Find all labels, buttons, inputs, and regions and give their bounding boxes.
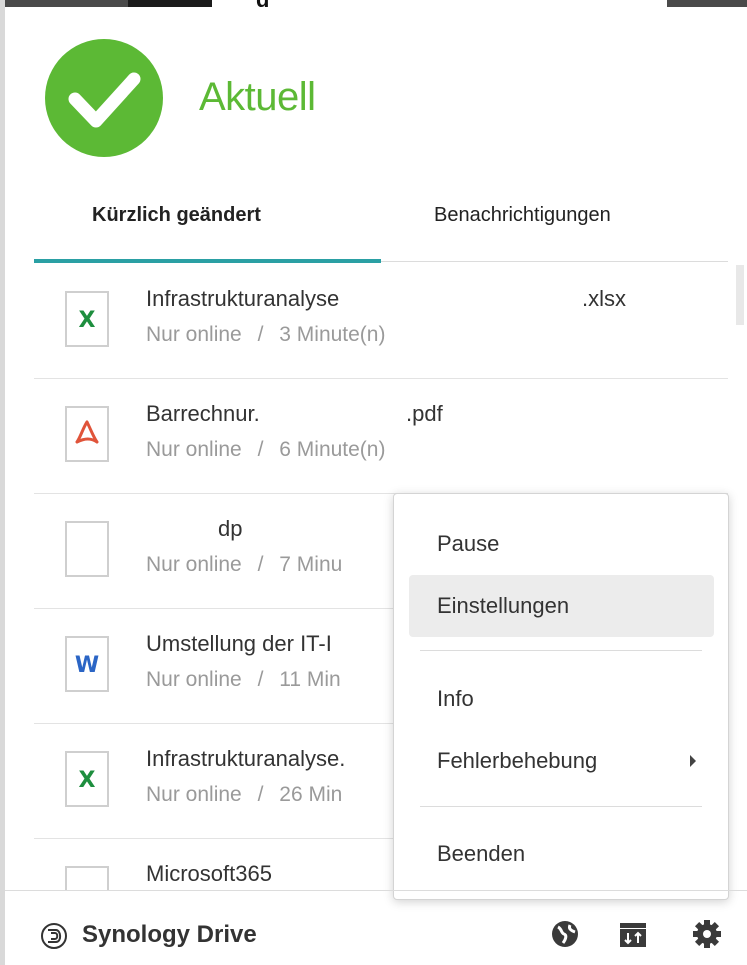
submenu-arrow-icon xyxy=(690,755,696,767)
menu-item-troubleshooting[interactable]: Fehlerbehebung xyxy=(409,730,714,792)
status-title: Aktuell xyxy=(199,75,316,119)
menu-divider xyxy=(420,806,702,807)
context-menu: Pause Einstellungen Info Fehlerbehebung … xyxy=(393,493,729,900)
gear-icon[interactable] xyxy=(690,917,724,951)
menu-item-label: Info xyxy=(437,686,474,711)
file-name: Microsoft365 xyxy=(146,861,272,886)
file-name: Infrastrukturanalyse xyxy=(146,286,340,311)
meta-separator: / xyxy=(257,438,264,461)
file-meta: Nur online / 6 Minute(n) xyxy=(146,438,385,462)
file-meta: Nur online / 7 Minu xyxy=(146,553,342,577)
meta-separator: / xyxy=(257,783,264,806)
app-name: Synology Drive xyxy=(82,921,257,948)
left-border xyxy=(0,0,5,965)
synology-drive-panel: g Aktuell Kürzlich geändert Benachrichti… xyxy=(0,0,747,965)
top-strip-text-clip: g xyxy=(0,0,747,7)
menu-item-label: Einstellungen xyxy=(437,593,570,618)
menu-item-pause[interactable]: Pause xyxy=(409,513,714,575)
pdf-file-icon xyxy=(65,406,109,462)
menu-item-label: Beenden xyxy=(437,841,526,866)
file-name: Infrastrukturanalyse. xyxy=(146,746,346,771)
file-time: 11 Min xyxy=(279,668,341,691)
file-time: 3 Minute(n) xyxy=(279,323,386,346)
file-time: 7 Minu xyxy=(279,553,343,576)
file-extension: .pdf xyxy=(406,401,443,426)
synology-drive-logo-icon xyxy=(41,923,67,949)
file-meta: Nur online / 11 Min xyxy=(146,668,341,692)
active-tab-indicator xyxy=(34,259,381,263)
top-strip-text: g xyxy=(256,0,269,7)
meta-separator: / xyxy=(257,668,264,691)
generic-file-icon xyxy=(65,521,109,577)
list-item[interactable]: Barrechnur. .pdf Nur online / 6 Minute(n… xyxy=(34,379,728,494)
file-extension: .xlsx xyxy=(582,286,626,311)
file-name: Umstellung der IT-I xyxy=(146,631,332,656)
drive-folder-icon[interactable] xyxy=(616,917,650,951)
menu-item-label: Pause xyxy=(437,531,500,556)
file-meta: Nur online / 26 Min xyxy=(146,783,342,807)
file-status: Nur online xyxy=(146,553,242,576)
menu-item-info[interactable]: Info xyxy=(409,668,714,730)
meta-separator: / xyxy=(257,323,264,346)
tab-recently-changed[interactable]: Kürzlich geändert xyxy=(92,204,261,227)
file-time: 26 Min xyxy=(279,783,343,806)
list-scrollbar-thumb[interactable] xyxy=(736,265,744,325)
check-circle-icon xyxy=(45,39,163,157)
generic-file-icon xyxy=(65,866,109,890)
file-status: Nur online xyxy=(146,323,242,346)
file-meta: Nur online / 3 Minute(n) xyxy=(146,323,385,347)
word-file-icon: W xyxy=(65,636,109,692)
menu-item-label: Fehlerbehebung xyxy=(437,748,598,773)
file-status: Nur online xyxy=(146,438,242,461)
excel-file-icon: X xyxy=(65,291,109,347)
excel-file-icon: X xyxy=(65,751,109,807)
menu-item-quit[interactable]: Beenden xyxy=(409,823,714,885)
footer-divider xyxy=(5,890,747,891)
file-time: 6 Minute(n) xyxy=(279,438,386,461)
file-status: Nur online xyxy=(146,783,242,806)
menu-divider xyxy=(420,650,702,651)
globe-icon[interactable] xyxy=(548,917,582,951)
meta-separator: / xyxy=(257,553,264,576)
file-name: Barrechnur. xyxy=(146,401,260,426)
list-item[interactable]: X Infrastrukturanalyse .xlsx Nur online … xyxy=(34,264,728,379)
tab-notifications[interactable]: Benachrichtigungen xyxy=(434,204,611,227)
file-status: Nur online xyxy=(146,668,242,691)
menu-item-settings[interactable]: Einstellungen xyxy=(409,575,714,637)
file-name: dp xyxy=(218,516,243,541)
